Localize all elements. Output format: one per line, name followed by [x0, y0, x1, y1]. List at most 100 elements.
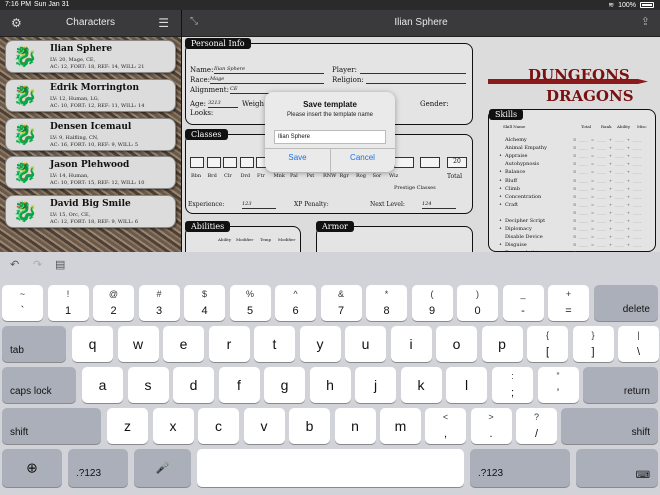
skill-fields[interactable]: ⊙ ___ = ___ + ___ + ___	[573, 210, 642, 215]
cancel-button[interactable]: Cancel	[330, 153, 395, 162]
class-level-box[interactable]	[239, 157, 254, 168]
delete-key[interactable]: delete	[594, 285, 658, 321]
key[interactable]: _ -	[502, 285, 544, 321]
key[interactable]: % 5	[229, 285, 271, 321]
key[interactable]: i	[390, 326, 432, 362]
race-value[interactable]: Mage	[210, 76, 324, 84]
prestige-class-box[interactable]	[394, 157, 414, 168]
key[interactable]: q	[72, 326, 113, 362]
key[interactable]: ? /	[516, 408, 557, 444]
skill-fields[interactable]: ⊙ ___ = ___ + ___ + ___	[573, 153, 642, 158]
redo-icon[interactable]: ↷	[33, 258, 42, 271]
key[interactable]: #3	[138, 285, 180, 321]
key[interactable]: a	[82, 367, 123, 403]
shift-key-left[interactable]: shift	[2, 408, 101, 444]
key[interactable]: l	[446, 367, 487, 403]
caps-lock-key[interactable]: caps lock	[2, 367, 76, 403]
skill-fields[interactable]: ⊙ ___ = ___ + ___ + ___	[573, 242, 642, 247]
hide-keyboard-key[interactable]: ⌨	[576, 449, 658, 487]
key[interactable]: r	[208, 326, 250, 362]
key[interactable]: z	[107, 408, 148, 444]
name-value[interactable]: Ilian Sphere	[214, 66, 324, 74]
globe-key[interactable]: ⊕	[2, 449, 62, 487]
skill-fields[interactable]: ⊙ ___ = ___ + ___ + ___	[573, 137, 642, 142]
character-list[interactable]: 🐉 Ilian Sphere LV: 20, Mage, CE, AC: 12,…	[0, 37, 181, 252]
share-icon[interactable]: ⇪	[641, 15, 650, 28]
key[interactable]: o	[436, 326, 477, 362]
skill-fields[interactable]: ⊙ ___ = ___ + ___ + ___	[573, 145, 642, 150]
return-key[interactable]: return	[583, 367, 658, 403]
key[interactable]: g	[264, 367, 305, 403]
religion-value[interactable]	[366, 76, 466, 84]
key[interactable]: v	[243, 408, 285, 444]
shift-key-right[interactable]: shift	[561, 408, 658, 444]
key[interactable]: (9	[411, 285, 453, 321]
key[interactable]: <,	[425, 408, 466, 444]
character-card[interactable]: 🐉 David Big Smile LV: 15, Orc, CE, AC: 1…	[5, 195, 176, 228]
key[interactable]: c	[198, 408, 239, 444]
numbers-key-right[interactable]: .?123	[470, 449, 570, 487]
key[interactable]: p	[481, 326, 523, 362]
tab-key[interactable]: tab	[2, 326, 66, 362]
experience-value[interactable]: 123	[242, 201, 276, 209]
class-level-box[interactable]	[190, 157, 204, 168]
key[interactable]: :;	[492, 367, 533, 403]
key[interactable]: e	[163, 326, 204, 362]
key[interactable]: | \	[618, 326, 659, 362]
key[interactable]: n	[334, 408, 376, 444]
key[interactable]: ! 1	[47, 285, 89, 321]
class-level-box[interactable]	[223, 157, 237, 168]
class-level-box[interactable]	[206, 157, 221, 168]
character-card[interactable]: 🐉 Jason Plehwood LV: 14, Human, AC: 10, …	[5, 156, 176, 189]
key[interactable]: }]	[572, 326, 614, 362]
key[interactable]: + =	[548, 285, 589, 321]
skill-fields[interactable]: ⊙ ___ = ___ + ___ + ___	[573, 178, 642, 183]
key[interactable]: x	[152, 408, 194, 444]
key[interactable]: @2	[93, 285, 134, 321]
next-level-value[interactable]: 124	[422, 201, 456, 209]
key[interactable]: ”’	[537, 367, 579, 403]
space-bar[interactable]	[197, 449, 464, 487]
dictation-key[interactable]: 🎤	[134, 449, 191, 487]
key[interactable]: $4	[184, 285, 225, 321]
key[interactable]: ~ `	[2, 285, 43, 321]
character-card[interactable]: 🐉 Edrik Morrington LV: 12, Human, LG, AC…	[5, 79, 176, 112]
key[interactable]: s	[127, 367, 169, 403]
key[interactable]: t	[254, 326, 295, 362]
prestige-class-box[interactable]	[420, 157, 440, 168]
save-button[interactable]: Save	[265, 153, 330, 162]
skill-fields[interactable]: ⊙ ___ = ___ + ___ + ___	[573, 226, 642, 231]
key[interactable]: ^ 6	[275, 285, 316, 321]
key[interactable]: >.	[470, 408, 512, 444]
key[interactable]: {[	[527, 326, 568, 362]
age-value[interactable]: 3213	[208, 100, 238, 108]
key[interactable]: d	[173, 367, 214, 403]
key[interactable]: h	[309, 367, 351, 403]
paste-icon[interactable]: ▤	[55, 258, 65, 271]
key[interactable]: y	[299, 326, 341, 362]
skill-fields[interactable]: ⊙ ___ = ___ + ___ + ___	[573, 194, 642, 199]
skill-fields[interactable]: ⊙ ___ = ___ + ___ + ___	[573, 234, 642, 239]
skill-fields[interactable]: ⊙ ___ = ___ + ___ + ___	[573, 186, 642, 191]
key[interactable]: * 8	[366, 285, 407, 321]
character-card[interactable]: 🐉 Ilian Sphere LV: 20, Mage, CE, AC: 12,…	[5, 40, 176, 73]
key[interactable]: j	[355, 367, 396, 403]
key[interactable]: b	[289, 408, 330, 444]
skill-fields[interactable]: ⊙ ___ = ___ + ___ + ___	[573, 169, 642, 174]
numbers-key-left[interactable]: .?123	[68, 449, 128, 487]
undo-icon[interactable]: ↶	[10, 258, 19, 271]
skill-fields[interactable]: ⊙ ___ = ___ + ___ + ___	[573, 218, 642, 223]
key[interactable]: ) 0	[457, 285, 498, 321]
key[interactable]: & 7	[320, 285, 362, 321]
menu-icon[interactable]: ☰	[158, 16, 169, 30]
key[interactable]: u	[345, 326, 386, 362]
key[interactable]: w	[117, 326, 159, 362]
key[interactable]: k	[400, 367, 442, 403]
skill-fields[interactable]: ⊙ ___ = ___ + ___ + ___	[573, 202, 642, 207]
key[interactable]: f	[218, 367, 260, 403]
class-total-value[interactable]: 20	[447, 157, 467, 168]
key[interactable]: m	[380, 408, 421, 444]
skill-fields[interactable]: ⊙ ___ = ___ + ___ + ___	[573, 161, 642, 166]
player-value[interactable]	[360, 66, 466, 74]
character-card[interactable]: 🐉 Densen Icemaul LV: 9, Halfling, CN, AC…	[5, 118, 176, 151]
